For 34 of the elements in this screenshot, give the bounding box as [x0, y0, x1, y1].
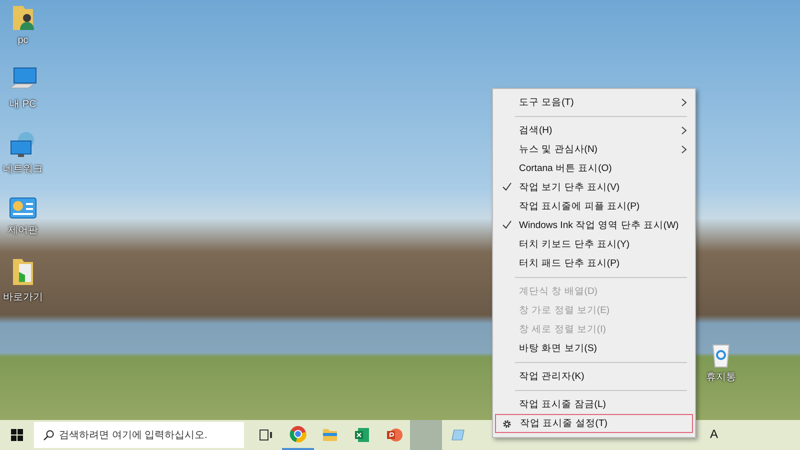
menu-item[interactable]: 작업 표시줄 설정(T): [495, 414, 693, 433]
recycle-bin-icon[interactable]: [710, 342, 732, 368]
chevron-right-icon: [681, 98, 687, 107]
menu-item[interactable]: Windows Ink 작업 영역 단추 표시(W): [495, 216, 693, 235]
folder-icon: [11, 257, 35, 287]
presentation-icon[interactable]: [386, 427, 402, 443]
windows-logo-icon[interactable]: [11, 429, 23, 441]
user-folder-icon: [10, 4, 36, 32]
menu-item[interactable]: 작업 보기 단추 표시(V): [495, 178, 693, 197]
menu-item[interactable]: 뉴스 및 관심사(N): [495, 140, 693, 159]
menu-item[interactable]: 도구 모음(T): [495, 93, 693, 112]
menu-item[interactable]: 검색(H): [495, 121, 693, 140]
notepad-icon[interactable]: [451, 428, 465, 442]
menu-item[interactable]: 작업 관리자(K): [495, 367, 693, 386]
chevron-right-icon: [681, 145, 687, 154]
menu-item[interactable]: 작업 표시줄에 피플 표시(P): [495, 197, 693, 216]
search-icon: [43, 430, 54, 441]
menu-item[interactable]: 터치 키보드 단추 표시(Y): [495, 235, 693, 254]
control-panel-icon: [9, 196, 37, 220]
task-view-icon[interactable]: [259, 429, 273, 441]
menu-item[interactable]: 터치 패드 단추 표시(P): [495, 254, 693, 273]
check-icon: [502, 182, 512, 191]
menu-item[interactable]: 작업 표시줄 잠금(L): [495, 395, 693, 414]
spreadsheet-icon[interactable]: [354, 427, 370, 443]
input-indicator[interactable]: A: [710, 427, 718, 441]
menu-item[interactable]: Cortana 버튼 표시(O): [495, 159, 693, 178]
desktop-icon-label[interactable]: 바로가기: [3, 290, 43, 304]
search-field[interactable]: 검색하려면 여기에 입력하십시오.: [34, 422, 244, 448]
browser-icon[interactable]: [289, 425, 307, 443]
check-icon: [502, 220, 512, 229]
folder-icon[interactable]: [322, 428, 338, 442]
chevron-right-icon: [681, 126, 687, 135]
menu-item[interactable]: 바탕 화면 보기(S): [495, 339, 693, 358]
settings-icon: [502, 419, 512, 429]
